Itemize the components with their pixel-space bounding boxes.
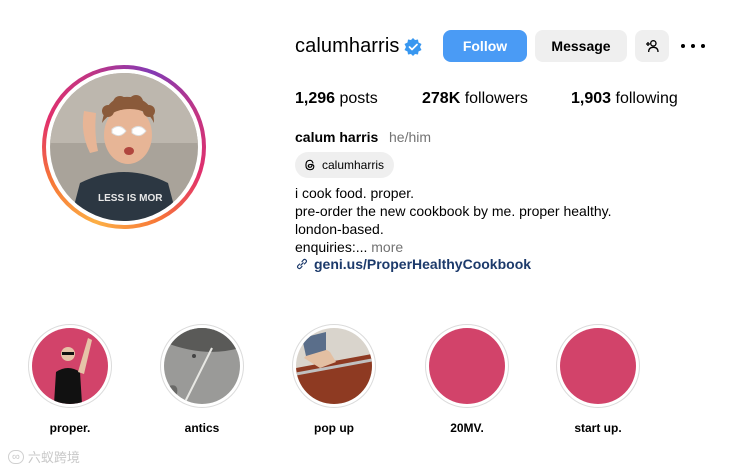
more-dot (701, 44, 705, 48)
posts-stat: 1,296 posts (295, 90, 378, 108)
followers-count: 278K (422, 90, 461, 107)
bio-line: pre-order the new cookbook by me. proper… (295, 203, 612, 219)
highlight-ring (28, 324, 112, 408)
highlight-ring (425, 324, 509, 408)
highlight-cover (164, 328, 240, 404)
more-dot (681, 44, 685, 48)
following-stat[interactable]: 1,903 following (571, 90, 678, 108)
bio-line: i cook food. proper. (295, 185, 415, 201)
highlight-cover-image (560, 328, 636, 404)
story-highlight[interactable]: proper. (28, 324, 112, 435)
highlight-cover (32, 328, 108, 404)
followers-stat[interactable]: 278K followers (422, 90, 528, 108)
following-count: 1,903 (571, 90, 612, 107)
highlight-ring (292, 324, 376, 408)
profile-external-link[interactable]: geni.us/ProperHealthyCookbook (295, 256, 531, 272)
more-options-icon[interactable] (681, 36, 705, 56)
bio-line: london-based. (295, 221, 384, 237)
link-icon (296, 258, 308, 270)
follow-button[interactable]: Follow (443, 30, 527, 62)
add-user-icon (646, 40, 659, 53)
threads-icon (305, 159, 315, 171)
threads-handle: calumharris (322, 158, 385, 172)
highlight-cover-image (164, 328, 240, 404)
watermark: ∞ 六蚁跨境 (8, 447, 80, 466)
suggest-user-button[interactable] (635, 30, 669, 62)
story-highlight[interactable]: 20MV. (425, 324, 509, 435)
profile-avatar-ring[interactable]: LESS IS MOR (42, 65, 206, 229)
highlight-label: start up. (574, 421, 622, 435)
profile-link-text: geni.us/ProperHealthyCookbook (314, 256, 532, 272)
highlight-label: proper. (49, 421, 91, 435)
highlight-cover (296, 328, 372, 404)
watermark-logo-icon: ∞ (8, 449, 24, 464)
highlight-ring (160, 324, 244, 408)
profile-pronouns: he/him (389, 129, 432, 145)
highlight-cover-image (429, 328, 505, 404)
highlight-ring (556, 324, 640, 408)
verified-badge-icon (404, 38, 422, 56)
bio-line-last: enquiries:... more (295, 238, 403, 256)
highlight-cover (429, 328, 505, 404)
highlight-cover (560, 328, 636, 404)
profile-avatar: LESS IS MOR (50, 73, 198, 221)
watermark-text: 六蚁跨境 (27, 450, 80, 465)
followers-label: followers (464, 90, 528, 107)
following-label: following (615, 90, 678, 107)
highlight-label: antics (184, 421, 220, 435)
posts-count: 1,296 (295, 90, 336, 107)
bio-more-link[interactable]: more (367, 239, 403, 255)
story-highlight[interactable]: start up. (556, 324, 640, 435)
posts-label: posts (339, 90, 378, 107)
threads-badge[interactable]: calumharris (295, 152, 395, 178)
highlight-cover-image (32, 328, 108, 404)
profile-avatar-frame: LESS IS MOR (46, 69, 202, 225)
highlight-label: 20MV. (450, 421, 484, 435)
profile-full-name: calum harris (295, 129, 379, 145)
bio-line-text: enquiries:... (295, 239, 368, 255)
highlight-cover-image (296, 328, 372, 404)
more-dot (691, 44, 695, 48)
profile-username: calumharris (295, 35, 400, 57)
story-highlight[interactable]: antics (160, 324, 244, 435)
svg-text:LESS IS MOR: LESS IS MOR (98, 193, 163, 204)
story-highlight[interactable]: pop up (292, 324, 376, 435)
message-button[interactable]: Message (535, 30, 627, 62)
avatar-photo-image: LESS IS MOR (50, 73, 198, 221)
highlight-label: pop up (314, 421, 354, 435)
